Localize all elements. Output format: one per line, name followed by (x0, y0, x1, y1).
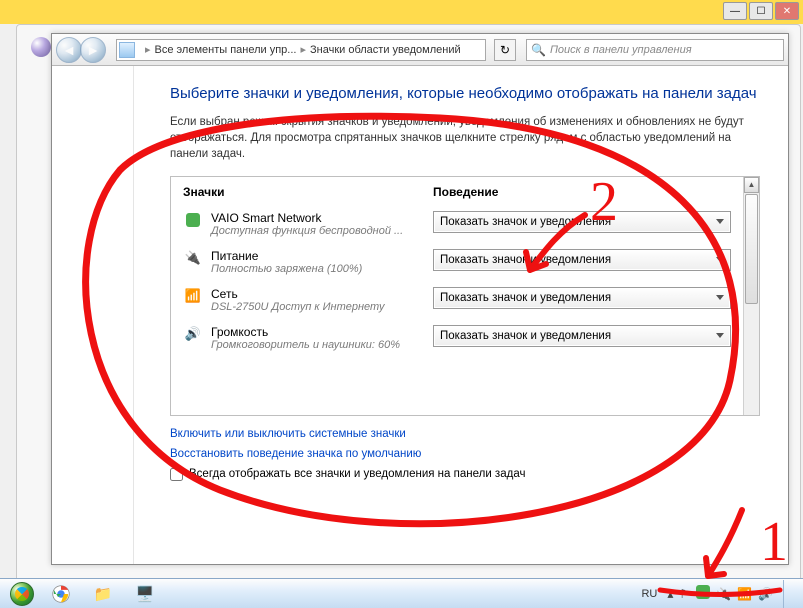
list-row: 🔌 Питание Полностью заряжена (100%) Пока… (171, 243, 743, 281)
minimize-button[interactable]: — (723, 2, 747, 20)
row-subtitle: Полностью заряжена (100%) (211, 263, 433, 275)
always-show-checkbox[interactable] (170, 468, 183, 481)
col-icons: Значки (183, 185, 433, 199)
behavior-dropdown[interactable]: Показать значок и уведомления (433, 249, 731, 271)
left-pane (52, 66, 134, 564)
browser-tabstrip: — ☐ ✕ (0, 0, 803, 24)
list-row: VAIO Smart Network Доступная функция бес… (171, 205, 743, 243)
behavior-dropdown[interactable]: Показать значок и уведомления (433, 211, 731, 233)
forward-button[interactable]: ► (80, 37, 106, 63)
action-center-icon[interactable]: ⚑ (679, 587, 690, 601)
row-subtitle: Громкоговоритель и наушники: 60% (211, 339, 433, 351)
links: Включить или выключить системные значки … (170, 428, 760, 460)
explorer-toolbar: ◄ ► ▸ Все элементы панели упр... ▸ Значк… (52, 34, 788, 66)
network-icon: 📶 (183, 287, 203, 305)
list-row: 📶 Сеть DSL-2750U Доступ к Интернету Пока… (171, 281, 743, 319)
taskbar: 📁 🖥️ RU ▴ ⚑ 🔌 📶 🔊 (0, 578, 803, 608)
back-button[interactable]: ◄ (56, 37, 82, 63)
nav-buttons: ◄ ► (56, 37, 106, 63)
chevron-down-icon (716, 295, 724, 300)
page-description: Если выбран режим скрытия значков и увед… (170, 114, 760, 162)
row-title: Сеть (211, 287, 433, 301)
main-pane: Выберите значки и уведомления, которые н… (134, 66, 788, 564)
vaio-icon (183, 211, 203, 229)
breadcrumb[interactable]: ▸ Все элементы панели упр... ▸ Значки об… (116, 39, 486, 61)
scrollbar[interactable]: ▲ (743, 177, 759, 415)
close-button[interactable]: ✕ (775, 2, 799, 20)
list-header: Значки Поведение (171, 177, 743, 205)
avatar (31, 37, 51, 57)
link-restore-defaults[interactable]: Восстановить поведение значка по умолчан… (170, 448, 760, 460)
page-title: Выберите значки и уведомления, которые н… (170, 84, 760, 104)
power-tray-icon[interactable]: 🔌 (716, 587, 731, 601)
icons-list-box: Значки Поведение VAIO Smart Network Дост… (170, 176, 760, 416)
breadcrumb-root[interactable]: Все элементы панели упр... (155, 44, 297, 56)
control-panel-icon (119, 42, 135, 58)
always-show-label: Всегда отображать все значки и уведомлен… (189, 468, 525, 480)
search-box[interactable]: 🔍 Поиск в панели управления (526, 39, 784, 61)
start-button[interactable] (4, 581, 40, 607)
behavior-dropdown[interactable]: Показать значок и уведомления (433, 325, 731, 347)
always-show-row: Всегда отображать все значки и уведомлен… (170, 468, 760, 481)
power-icon: 🔌 (183, 249, 203, 267)
chevron-down-icon (716, 219, 724, 224)
behavior-dropdown[interactable]: Показать значок и уведомления (433, 287, 731, 309)
list-row: 🔊 Громкость Громкоговоритель и наушники:… (171, 319, 743, 357)
volume-tray-icon[interactable]: 🔊 (758, 587, 773, 601)
language-indicator[interactable]: RU (637, 586, 661, 602)
scroll-thumb[interactable] (745, 194, 758, 304)
control-panel-window: ◄ ► ▸ Все элементы панели упр... ▸ Значк… (51, 33, 789, 565)
system-tray: RU ▴ ⚑ 🔌 📶 🔊 (637, 580, 799, 608)
link-system-icons[interactable]: Включить или выключить системные значки (170, 428, 760, 440)
show-desktop-button[interactable] (783, 580, 793, 608)
row-subtitle: Доступная функция беспроводной ... (211, 225, 433, 237)
row-title: Питание (211, 249, 433, 263)
chrome-icon (52, 585, 70, 603)
chevron-down-icon (716, 257, 724, 262)
refresh-button[interactable]: ↻ (494, 39, 516, 61)
forum-page: из панели задач исчез блютус, как его во… (16, 24, 801, 594)
row-title: VAIO Smart Network (211, 211, 433, 225)
search-icon: 🔍 (531, 43, 546, 57)
taskbar-pin-explorer[interactable]: 📁 (83, 582, 123, 606)
row-subtitle: DSL-2750U Доступ к Интернету (211, 301, 433, 313)
tray-app-icon[interactable] (696, 585, 710, 602)
maximize-button[interactable]: ☐ (749, 2, 773, 20)
taskbar-pin-control-panel[interactable]: 🖥️ (125, 582, 165, 606)
window-buttons: — ☐ ✕ (723, 2, 799, 20)
tray-expand-icon[interactable]: ▴ (667, 587, 673, 601)
breadcrumb-current[interactable]: Значки области уведомлений (310, 44, 461, 56)
taskbar-pin-chrome[interactable] (41, 582, 81, 606)
col-behavior: Поведение (433, 185, 731, 199)
volume-icon: 🔊 (183, 325, 203, 343)
chevron-down-icon (716, 333, 724, 338)
scroll-up-button[interactable]: ▲ (744, 177, 759, 193)
row-title: Громкость (211, 325, 433, 339)
windows-orb-icon (10, 582, 34, 606)
window-body: Выберите значки и уведомления, которые н… (52, 66, 788, 564)
search-placeholder: Поиск в панели управления (550, 44, 692, 56)
network-tray-icon[interactable]: 📶 (737, 587, 752, 601)
